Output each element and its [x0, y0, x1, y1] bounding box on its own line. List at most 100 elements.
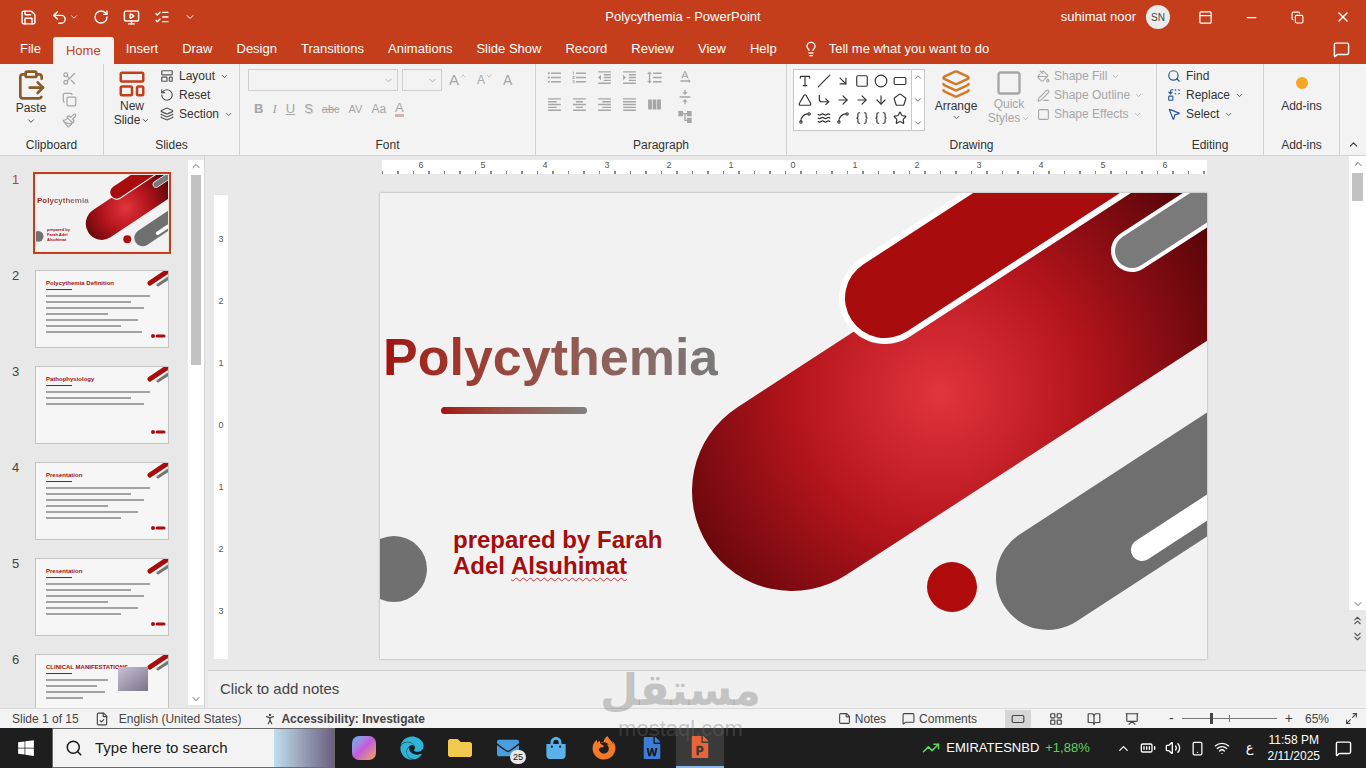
present-icon[interactable] — [123, 9, 140, 26]
font-style-button[interactable]: B — [254, 99, 263, 119]
font-size-button[interactable]: A — [474, 72, 496, 88]
copy-icon[interactable] — [62, 92, 77, 107]
taskbar-app[interactable]: 25 — [484, 728, 532, 768]
text-direction-icon[interactable] — [677, 69, 693, 85]
slide-thumbnail[interactable]: Polycythemiaprepared by Farah Adel Alsuh… — [33, 172, 171, 254]
taskbar-app[interactable] — [388, 728, 436, 768]
accessibility-button[interactable]: Accessibility: Investigate — [263, 710, 424, 728]
close-button[interactable] — [1320, 0, 1366, 34]
spelling-icon[interactable] — [95, 712, 109, 726]
slides-command[interactable]: Reset — [160, 88, 233, 102]
comments-button[interactable]: Comments — [902, 710, 977, 728]
menu-tab[interactable]: Design — [225, 34, 289, 64]
menu-tab[interactable]: Draw — [170, 34, 224, 64]
slides-command[interactable]: Layout — [160, 69, 233, 83]
font-style-button[interactable]: abc — [322, 101, 340, 118]
editing-command[interactable]: Replace — [1167, 88, 1244, 102]
oval-icon[interactable] — [874, 74, 888, 88]
slide-thumbnail[interactable]: Presentation — [33, 556, 171, 638]
zoom-slider[interactable] — [1182, 718, 1277, 719]
menu-tab[interactable]: Transitions — [289, 34, 376, 64]
new-slide-button[interactable]: NewSlide — [110, 69, 154, 127]
align-right-icon[interactable] — [596, 96, 613, 113]
notification-button[interactable] — [1320, 728, 1366, 768]
justify-icon[interactable] — [621, 96, 638, 113]
align-center-icon[interactable] — [571, 96, 588, 113]
taskbar-app[interactable] — [580, 728, 628, 768]
language[interactable]: English (United States) — [119, 710, 242, 728]
thumbnail-row[interactable]: 6CLINICAL MANIFESTATIONS — [0, 652, 188, 708]
thumbnail-row[interactable]: 1Polycythemiaprepared by Farah Adel Alsu… — [0, 172, 188, 268]
slide-thumbnail[interactable]: Pathophysiology — [33, 364, 171, 446]
previous-slide-icon[interactable] — [1351, 614, 1364, 627]
undo-button[interactable] — [51, 9, 79, 26]
thumbnail-row[interactable]: 3Pathophysiology — [0, 364, 188, 460]
thumbnail-row[interactable]: 2Polycythemia Definition — [0, 268, 188, 364]
font-style-button[interactable]: U — [286, 99, 295, 119]
line-spacing-icon[interactable] — [646, 69, 663, 86]
view-button[interactable] — [1119, 710, 1145, 728]
slide-thumbnail[interactable]: Polycythemia Definition — [33, 268, 171, 350]
text-box-icon[interactable] — [798, 74, 812, 88]
input-language[interactable]: ع — [1246, 738, 1254, 758]
paste-button[interactable]: Paste — [6, 69, 56, 126]
menu-tab[interactable]: Review — [619, 34, 686, 64]
columns-icon[interactable] — [646, 96, 663, 113]
zoom-level[interactable]: 65% — [1305, 710, 1329, 728]
user-avatar[interactable]: SN — [1146, 5, 1170, 29]
editing-command[interactable]: Select — [1167, 107, 1244, 121]
phone-link-icon[interactable] — [1190, 741, 1205, 756]
shape-format-button[interactable]: Shape Fill — [1037, 69, 1143, 83]
zoom-out-button[interactable]: - — [1169, 708, 1174, 729]
font-size-button[interactable]: A — [500, 72, 515, 88]
shape-format-button[interactable]: Shape Outline — [1037, 88, 1143, 102]
line-icon[interactable] — [817, 74, 831, 88]
scribble-icon[interactable] — [836, 111, 850, 125]
view-button[interactable] — [1043, 710, 1069, 728]
slides-command[interactable]: Section — [160, 107, 233, 121]
taskbar-app[interactable] — [628, 728, 676, 768]
clock[interactable]: 11:58 PM2/11/2025 — [1268, 732, 1321, 764]
menu-tab[interactable]: Home — [53, 37, 114, 64]
menu-tab[interactable]: Animations — [376, 34, 464, 64]
decrease-indent-icon[interactable] — [596, 69, 613, 86]
menu-tab[interactable]: Help — [738, 34, 789, 64]
thumbnail-row[interactable]: 5Presentation — [0, 556, 188, 652]
freeform-icon[interactable] — [817, 111, 831, 125]
pentagon-icon[interactable] — [893, 93, 907, 107]
bullets-icon[interactable] — [546, 69, 563, 86]
scroll-up-icon[interactable] — [190, 160, 202, 172]
font-style-button[interactable]: AV — [349, 101, 363, 118]
taskbar-app[interactable] — [676, 728, 724, 768]
scroll-down-icon[interactable] — [190, 693, 202, 705]
font-size-button[interactable]: A — [446, 72, 470, 88]
scroll-thumb[interactable] — [1352, 173, 1363, 201]
menu-tab[interactable]: Record — [553, 34, 619, 64]
rounded-rectangle-icon[interactable] — [893, 74, 907, 88]
slide-thumbnail[interactable]: Presentation — [33, 460, 171, 542]
list-icon[interactable] — [154, 9, 170, 25]
down-arrow-icon[interactable] — [874, 93, 888, 107]
collapse-ribbon-icon[interactable] — [1347, 138, 1360, 151]
slide-title[interactable]: Polycythemia — [383, 327, 718, 387]
arrow-line-icon[interactable] — [836, 74, 850, 88]
increase-indent-icon[interactable] — [621, 69, 638, 86]
font-name-field[interactable] — [248, 69, 398, 91]
arrange-button[interactable]: Arrange — [931, 69, 981, 131]
restore-button[interactable] — [1274, 0, 1320, 34]
customize-icon[interactable] — [184, 11, 196, 23]
star-icon[interactable] — [893, 111, 907, 125]
zoom-thumb[interactable] — [1210, 713, 1213, 724]
notes-button[interactable]: Notes — [838, 710, 886, 728]
align-text-icon[interactable] — [677, 89, 693, 105]
font-style-button[interactable]: S — [304, 99, 313, 119]
save-icon[interactable] — [20, 9, 37, 26]
font-style-button[interactable]: A — [395, 101, 404, 117]
shape-format-button[interactable]: Shape Effects — [1037, 107, 1143, 121]
menu-tab[interactable]: Slide Show — [464, 34, 553, 64]
fit-slide-icon[interactable] — [1345, 712, 1358, 725]
shapes-gallery[interactable] — [793, 69, 925, 131]
zoom-in-button[interactable]: + — [1285, 708, 1293, 729]
scroll-up-icon[interactable] — [1352, 158, 1364, 170]
slide-subtitle[interactable]: prepared by FarahAdelAlsuhimat — [453, 527, 662, 579]
